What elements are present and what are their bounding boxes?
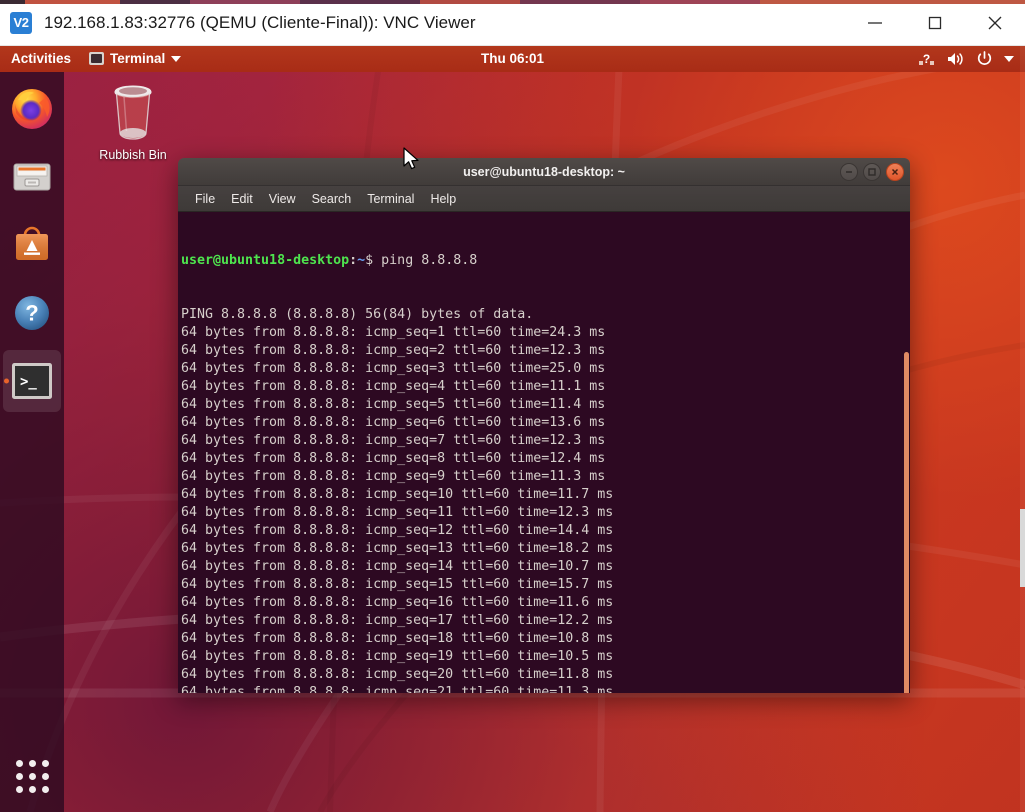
terminal-output-line: PING 8.8.8.8 (8.8.8.8) 56(84) bytes of d… (181, 306, 910, 324)
menu-help[interactable]: Help (423, 190, 463, 208)
terminal-output-line: 64 bytes from 8.8.8.8: icmp_seq=2 ttl=60… (181, 342, 910, 360)
minimize-icon (844, 167, 854, 177)
terminal-window-controls (840, 158, 904, 185)
svg-text:>_: >_ (20, 374, 37, 390)
terminal-output-line: 64 bytes from 8.8.8.8: icmp_seq=7 ttl=60… (181, 432, 910, 450)
prompt-dollar: $ (365, 253, 381, 268)
maximize-button[interactable] (905, 0, 965, 45)
activities-button[interactable]: Activities (0, 45, 81, 72)
minimize-icon (866, 14, 884, 32)
screenshot-edge-artifact (0, 0, 1025, 4)
menu-edit[interactable]: Edit (224, 190, 260, 208)
dock-item-files[interactable] (0, 146, 64, 208)
terminal-prompt-line: user@ubuntu18-desktop:~$ ping 8.8.8.8 (181, 252, 910, 270)
terminal-menubar: File Edit View Search Terminal Help (178, 186, 910, 212)
minimize-button[interactable] (845, 0, 905, 45)
show-applications-button[interactable] (0, 748, 64, 804)
dock-item-terminal[interactable]: >_ (3, 350, 61, 412)
dock-item-ubuntu-software[interactable] (0, 214, 64, 276)
terminal-window[interactable]: user@ubuntu18-desktop: ~ (178, 158, 910, 693)
terminal-output-line: 64 bytes from 8.8.8.8: icmp_seq=10 ttl=6… (181, 486, 910, 504)
system-status-area[interactable]: ? (919, 50, 1025, 67)
menu-view[interactable]: View (262, 190, 303, 208)
ubuntu-dock: ? >_ (0, 72, 64, 812)
terminal-output-line: 64 bytes from 8.8.8.8: icmp_seq=9 ttl=60… (181, 468, 910, 486)
svg-text:?: ? (923, 52, 930, 66)
svg-text:?: ? (25, 301, 38, 326)
maximize-icon (867, 167, 877, 177)
terminal-output-line: 64 bytes from 8.8.8.8: icmp_seq=14 ttl=6… (181, 558, 910, 576)
power-icon (976, 50, 993, 67)
terminal-output-line: 64 bytes from 8.8.8.8: icmp_seq=11 ttl=6… (181, 504, 910, 522)
vnc-titlebar: V2 192.168.1.83:32776 (QEMU (Cliente-Fin… (0, 0, 1025, 46)
remote-desktop-viewport[interactable]: Activities Terminal Thu 06:01 ? (0, 45, 1025, 812)
menu-terminal[interactable]: Terminal (360, 190, 421, 208)
terminal-output-line: 64 bytes from 8.8.8.8: icmp_seq=13 ttl=6… (181, 540, 910, 558)
terminal-text: user@ubuntu18-desktop:~$ ping 8.8.8.8 PI… (181, 216, 910, 693)
vnc-window-title: 192.168.1.83:32776 (QEMU (Cliente-Final)… (44, 13, 476, 33)
terminal-scrollbar[interactable] (904, 352, 909, 693)
terminal-output-line: 64 bytes from 8.8.8.8: icmp_seq=6 ttl=60… (181, 414, 910, 432)
help-icon: ? (10, 291, 54, 335)
vnc-viewer-window: V2 192.168.1.83:32776 (QEMU (Cliente-Fin… (0, 0, 1025, 812)
terminal-output-line: 64 bytes from 8.8.8.8: icmp_seq=15 ttl=6… (181, 576, 910, 594)
desktop-icon-label: Rubbish Bin (90, 148, 176, 162)
app-menu-terminal[interactable]: Terminal (81, 45, 189, 72)
terminal-close-button[interactable] (886, 163, 904, 181)
terminal-output-line: 64 bytes from 8.8.8.8: icmp_seq=12 ttl=6… (181, 522, 910, 540)
close-icon (890, 167, 900, 177)
chevron-down-icon (171, 56, 181, 62)
dock-item-help[interactable]: ? (0, 282, 64, 344)
terminal-maximize-button[interactable] (863, 163, 881, 181)
terminal-output-line: 64 bytes from 8.8.8.8: icmp_seq=21 ttl=6… (181, 684, 910, 693)
close-icon (985, 13, 1005, 33)
grid-dots-icon (16, 760, 49, 793)
chevron-down-icon[interactable] (1004, 56, 1014, 62)
menu-file[interactable]: File (188, 190, 222, 208)
terminal-output-line: 64 bytes from 8.8.8.8: icmp_seq=17 ttl=6… (181, 612, 910, 630)
volume-icon (947, 51, 965, 67)
vnc-window-controls (845, 0, 1025, 45)
prompt-path: ~ (357, 253, 365, 268)
terminal-output-line: 64 bytes from 8.8.8.8: icmp_seq=20 ttl=6… (181, 666, 910, 684)
ubuntu-software-icon (10, 223, 54, 267)
terminal-window-title: user@ubuntu18-desktop: ~ (463, 165, 625, 179)
terminal-output-line: 64 bytes from 8.8.8.8: icmp_seq=8 ttl=60… (181, 450, 910, 468)
prompt-colon: : (349, 253, 357, 268)
terminal-icon: >_ (10, 361, 54, 401)
terminal-output-line: 64 bytes from 8.8.8.8: icmp_seq=4 ttl=60… (181, 378, 910, 396)
dock-item-firefox[interactable] (0, 78, 64, 140)
files-icon (10, 155, 54, 199)
terminal-minimize-button[interactable] (840, 163, 858, 181)
vnc-vertical-scrollbar[interactable] (1020, 45, 1025, 812)
network-unknown-icon: ? (919, 51, 936, 67)
terminal-output-line: 64 bytes from 8.8.8.8: icmp_seq=3 ttl=60… (181, 360, 910, 378)
menu-search[interactable]: Search (305, 190, 359, 208)
app-menu-label: Terminal (110, 45, 165, 72)
gnome-top-bar: Activities Terminal Thu 06:01 ? (0, 45, 1025, 72)
maximize-icon (926, 14, 944, 32)
terminal-titlebar[interactable]: user@ubuntu18-desktop: ~ (178, 158, 910, 186)
close-button[interactable] (965, 0, 1025, 45)
vnc-scrollbar-thumb[interactable] (1020, 509, 1025, 587)
firefox-icon (10, 87, 54, 131)
terminal-output-area[interactable]: user@ubuntu18-desktop:~$ ping 8.8.8.8 PI… (178, 212, 910, 693)
terminal-icon (89, 52, 104, 65)
prompt-user-host: user@ubuntu18-desktop (181, 253, 349, 268)
desktop-icon-rubbish-bin[interactable]: Rubbish Bin (90, 83, 176, 162)
terminal-output-line: 64 bytes from 8.8.8.8: icmp_seq=18 ttl=6… (181, 630, 910, 648)
terminal-output-line: 64 bytes from 8.8.8.8: icmp_seq=16 ttl=6… (181, 594, 910, 612)
terminal-output-lines: PING 8.8.8.8 (8.8.8.8) 56(84) bytes of d… (181, 306, 910, 693)
terminal-output-line: 64 bytes from 8.8.8.8: icmp_seq=5 ttl=60… (181, 396, 910, 414)
terminal-output-line: 64 bytes from 8.8.8.8: icmp_seq=1 ttl=60… (181, 324, 910, 342)
vnc-viewer-icon: V2 (10, 12, 32, 34)
terminal-command: ping 8.8.8.8 (381, 253, 477, 268)
running-indicator-dot (4, 379, 9, 384)
terminal-output-line: 64 bytes from 8.8.8.8: icmp_seq=19 ttl=6… (181, 648, 910, 666)
trash-icon (106, 83, 160, 141)
